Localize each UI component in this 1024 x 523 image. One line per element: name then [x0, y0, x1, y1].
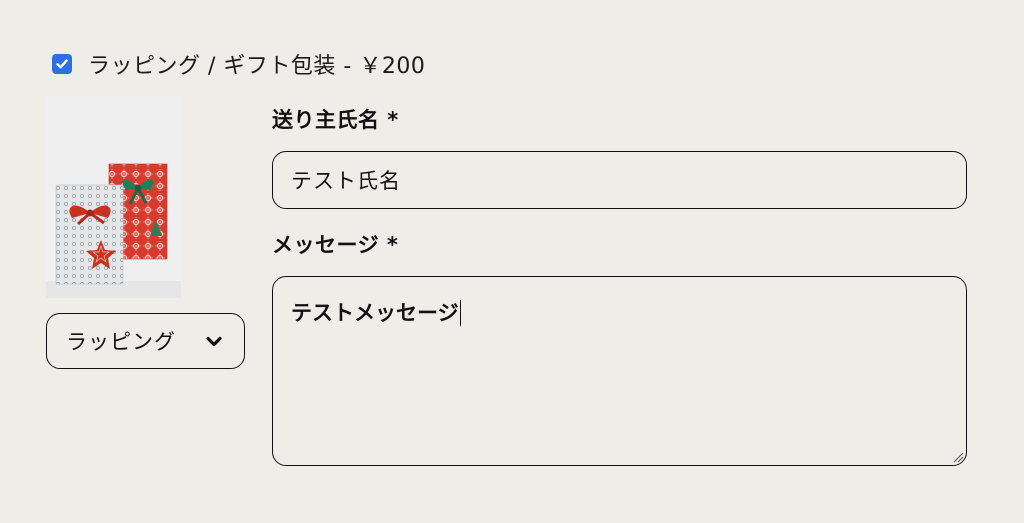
sender-name-input[interactable]: テスト氏名 [272, 151, 967, 209]
gift-wrapping-checkbox[interactable] [52, 54, 72, 74]
gift-boxes-illustration [46, 96, 181, 298]
check-icon [56, 59, 68, 69]
text-caret [459, 300, 462, 326]
wrapping-type-select[interactable]: ラッピング [46, 313, 245, 369]
wrapping-type-value: ラッピング [66, 330, 176, 354]
gift-wrapping-label: ラッピング / ギフト包装 - ￥200 [88, 54, 426, 79]
resize-handle-icon[interactable] [952, 451, 964, 463]
message-value: テストメッセージ [291, 301, 459, 325]
sender-name-value: テスト氏名 [291, 169, 401, 193]
chevron-down-icon [206, 336, 222, 347]
sender-name-label: 送り主氏名 * [272, 108, 399, 132]
gift-wrapping-image [46, 96, 181, 298]
message-label: メッセージ * [272, 233, 399, 257]
gift-wrapping-option[interactable]: ラッピング / ギフト包装 - ￥200 [52, 48, 425, 80]
message-textarea[interactable]: テストメッセージ [272, 276, 967, 466]
